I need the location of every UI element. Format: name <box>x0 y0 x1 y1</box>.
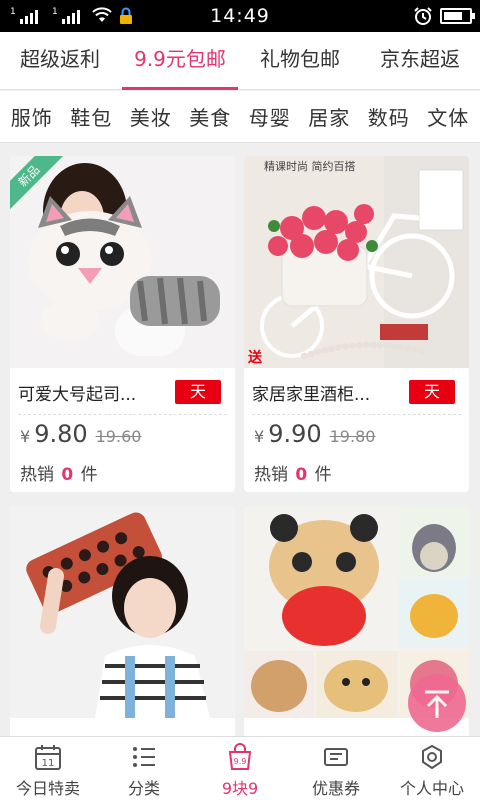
product-image-plush-cat[interactable]: 新品 <box>10 156 235 368</box>
bottom-navigation: 11 今日特卖 分类 9.9 9块9 优惠券 个人中心 <box>0 736 480 800</box>
product-grid: 新品 可爱大号起司... 天 ¥ 9.80 19.60 热销 0 件 精课时尚 … <box>10 156 470 736</box>
product-price: 9.80 <box>34 420 88 448</box>
user-settings-icon <box>422 744 442 770</box>
sales-prefix: 热销 <box>254 465 288 485</box>
nav-label: 今日特卖 <box>15 779 80 798</box>
tmall-badge: 天 <box>175 380 221 404</box>
product-price: 9.90 <box>268 420 322 448</box>
nav-category[interactable]: 分类 <box>96 737 192 800</box>
sales-suffix: 件 <box>314 465 332 485</box>
product-image-flower-bicycle[interactable]: 精课时尚 简约百搭 送 <box>244 156 469 368</box>
tab-jd-rebate[interactable]: 京东超返 <box>360 32 480 89</box>
tab-super-rebate[interactable]: 超级返利 <box>0 32 120 89</box>
list-icon <box>133 747 155 767</box>
subcategory-clothing[interactable]: 服饰 <box>11 102 53 131</box>
divider <box>252 414 461 415</box>
divider <box>18 414 227 415</box>
product-card[interactable]: 新品 可爱大号起司... 天 ¥ 9.80 19.60 热销 0 件 <box>10 156 235 492</box>
original-price: 19.80 <box>329 427 376 446</box>
currency-symbol: ¥ <box>20 427 31 446</box>
sales-suffix: 件 <box>80 465 98 485</box>
bag-icon-text: 9.9 <box>234 757 247 766</box>
image-caption-text: 精课时尚 简约百搭 <box>264 159 356 173</box>
product-card[interactable]: 精课时尚 简约百搭 送 家居家里酒柜... 天 ¥ 9.90 19.80 热销 … <box>244 156 469 492</box>
calendar-day-text: 11 <box>42 758 55 769</box>
currency-symbol: ¥ <box>254 427 265 446</box>
product-image-girl-pillow[interactable] <box>10 506 235 718</box>
original-price: 19.60 <box>95 427 142 446</box>
image-gift-text: 送 <box>247 349 263 366</box>
calendar-icon: 11 <box>35 745 61 770</box>
tab-gift-free-shipping[interactable]: 礼物包邮 <box>240 32 360 89</box>
status-bar: 1 1 14:49 <box>0 0 480 32</box>
price-row: ¥ 9.80 19.60 <box>20 420 141 448</box>
nav-label: 优惠券 <box>311 779 360 798</box>
alarm-icon <box>414 7 432 25</box>
nav-9-9[interactable]: 9.9 9块9 <box>192 737 288 800</box>
arrow-up-icon <box>425 690 449 718</box>
subcategory-shoes-bags[interactable]: 鞋包 <box>70 102 112 131</box>
sales-number: 0 <box>61 465 74 485</box>
sales-count: 热销 0 件 <box>20 460 98 485</box>
sales-number: 0 <box>295 465 308 485</box>
nav-label: 分类 <box>127 779 160 798</box>
battery-icon <box>440 8 475 24</box>
nav-coupons[interactable]: 优惠券 <box>288 737 384 800</box>
product-card[interactable] <box>10 506 235 736</box>
subcategory-home[interactable]: 居家 <box>308 102 350 131</box>
subcategory-food[interactable]: 美食 <box>189 102 231 131</box>
tab-9-9-free-shipping[interactable]: 9.9元包邮 <box>120 32 240 90</box>
product-title[interactable]: 家居家里酒柜... <box>252 380 370 405</box>
sales-prefix: 热销 <box>20 465 54 485</box>
subcategory-digital[interactable]: 数码 <box>368 102 410 131</box>
nav-label: 个人中心 <box>399 779 464 798</box>
product-title[interactable]: 可爱大号起司... <box>18 380 136 405</box>
nav-today-sale[interactable]: 11 今日特卖 <box>0 737 96 800</box>
shopping-bag-icon: 9.9 <box>228 743 252 770</box>
price-row: ¥ 9.90 19.80 <box>254 420 375 448</box>
subcategory-bar: 服饰 鞋包 美妆 美食 母婴 居家 数码 文体 <box>0 91 480 143</box>
sales-count: 热销 0 件 <box>254 460 332 485</box>
back-to-top-button[interactable] <box>408 674 466 732</box>
subcategory-stationery[interactable]: 文体 <box>427 102 469 131</box>
coupon-icon <box>324 748 348 766</box>
subcategory-beauty[interactable]: 美妆 <box>130 102 172 131</box>
nav-label: 9块9 <box>221 779 259 798</box>
nav-profile[interactable]: 个人中心 <box>384 737 480 800</box>
status-time: 14:49 <box>210 5 270 27</box>
category-tabs: 超级返利 9.9元包邮 礼物包邮 京东超返 <box>0 32 480 90</box>
subcategory-baby[interactable]: 母婴 <box>249 102 291 131</box>
tmall-badge: 天 <box>409 380 455 404</box>
